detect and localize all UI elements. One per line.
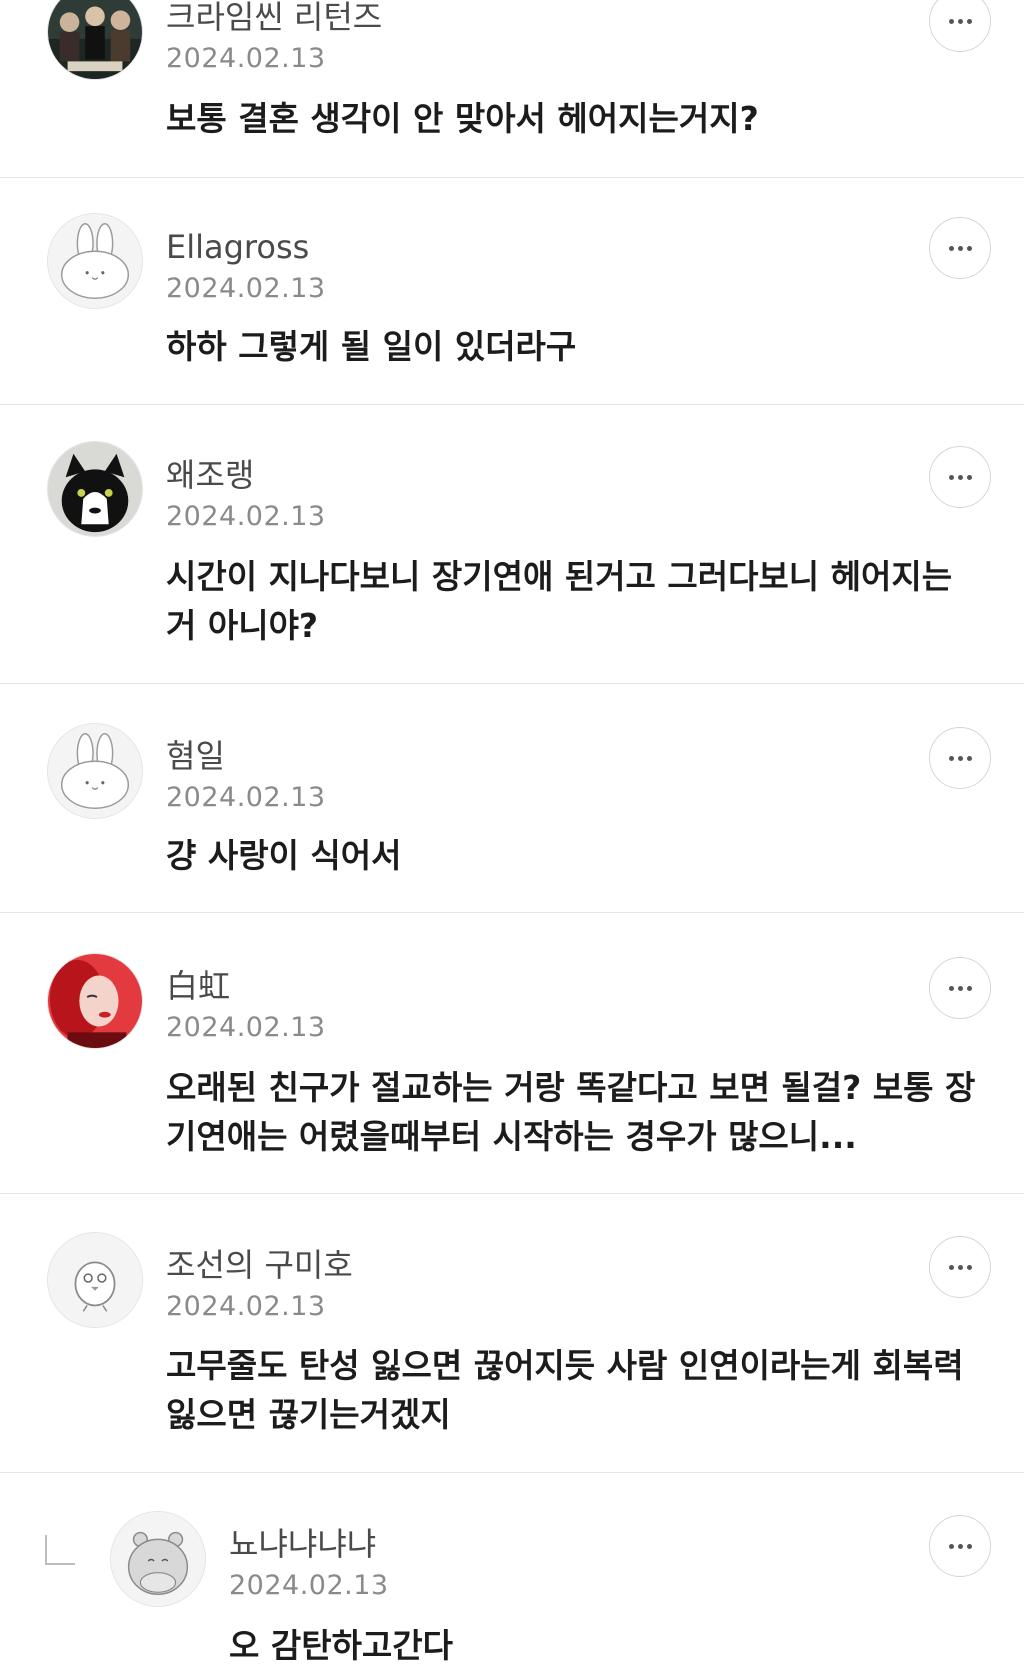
more-options-button[interactable] bbox=[929, 0, 991, 52]
avatar[interactable] bbox=[47, 723, 143, 819]
author-name[interactable]: 白虹 bbox=[166, 967, 326, 1005]
comment-date: 2024.02.13 bbox=[166, 1291, 326, 1322]
author-name[interactable]: 조선의 구미호 bbox=[166, 1246, 353, 1284]
reply-indicator-icon bbox=[45, 1535, 75, 1565]
more-options-button[interactable] bbox=[929, 1236, 991, 1298]
comment-text: 하하 그렇게 될 일이 있더라구 bbox=[166, 327, 577, 366]
comment-text: 오래된 친구가 절교하는 거랑 똑같다고 보면 될걸? 보통 장기연애는 어렸을… bbox=[166, 1068, 976, 1156]
more-options-button[interactable] bbox=[929, 446, 991, 508]
cat-photo-avatar bbox=[48, 442, 142, 536]
ellipsis-icon bbox=[948, 755, 972, 761]
crimescene-poster-avatar bbox=[48, 0, 142, 79]
more-options-button[interactable] bbox=[929, 217, 991, 279]
comment-text: 고무줄도 탄성 잃으면 끊어지듯 사람 인연이라는게 회복력 잃으면 끊기는거겠… bbox=[166, 1346, 964, 1434]
comment-date: 2024.02.13 bbox=[166, 1012, 326, 1043]
comment-meta: 뇨냐냐냐냐 2024.02.13 bbox=[229, 1525, 389, 1603]
rabbit-avatar bbox=[48, 214, 142, 308]
divider bbox=[0, 1472, 1024, 1473]
divider bbox=[0, 912, 1024, 913]
avatar[interactable] bbox=[47, 213, 143, 309]
avatar[interactable] bbox=[47, 953, 143, 1049]
comment-date: 2024.02.13 bbox=[166, 43, 326, 74]
comment-meta: 조선의 구미호 2024.02.13 bbox=[166, 1246, 353, 1324]
divider bbox=[0, 1193, 1024, 1194]
avatar[interactable] bbox=[47, 441, 143, 537]
divider bbox=[0, 177, 1024, 178]
author-name[interactable]: 크라임씬 리턴즈 bbox=[166, 0, 382, 36]
ellipsis-icon bbox=[948, 1543, 972, 1549]
comment-meta: 왜조랭 2024.02.13 bbox=[166, 456, 326, 534]
more-options-button[interactable] bbox=[929, 727, 991, 789]
rabbit-avatar bbox=[48, 724, 142, 818]
comment-date: 2024.02.13 bbox=[166, 782, 326, 813]
comment-date: 2024.02.13 bbox=[166, 501, 326, 532]
chick-avatar bbox=[48, 1233, 142, 1327]
hippo-avatar bbox=[111, 1512, 205, 1606]
red-hair-photo-avatar bbox=[48, 954, 142, 1048]
ellipsis-icon bbox=[948, 245, 972, 251]
more-options-button[interactable] bbox=[929, 957, 991, 1019]
more-options-button[interactable] bbox=[929, 1515, 991, 1577]
divider bbox=[0, 683, 1024, 684]
divider bbox=[0, 404, 1024, 405]
ellipsis-icon bbox=[948, 474, 972, 480]
comment-meta: 혐일 2024.02.13 bbox=[166, 737, 326, 815]
comment-meta: Ellagross 2024.02.13 bbox=[166, 228, 326, 306]
author-name[interactable]: 뇨냐냐냐냐 bbox=[229, 1525, 389, 1563]
comment-text: 시간이 지나다보니 장기연애 된거고 그러다보니 헤어지는 거 아니야? bbox=[166, 557, 953, 645]
comment-date: 2024.02.13 bbox=[166, 273, 326, 304]
ellipsis-icon bbox=[948, 1264, 972, 1270]
author-name[interactable]: Ellagross bbox=[166, 228, 326, 266]
ellipsis-icon bbox=[948, 985, 972, 991]
comment-meta: 白虹 2024.02.13 bbox=[166, 967, 326, 1045]
author-name[interactable]: 왜조랭 bbox=[166, 456, 326, 494]
comment-text: 걍 사랑이 식어서 bbox=[166, 836, 402, 875]
avatar[interactable] bbox=[110, 1511, 206, 1607]
comment-text: 보통 결혼 생각이 안 맞아서 헤어지는거지? bbox=[166, 99, 759, 138]
comment-text: 오 감탄하고간다 bbox=[229, 1626, 454, 1665]
comment-date: 2024.02.13 bbox=[229, 1570, 389, 1601]
comment-meta: 크라임씬 리턴즈 2024.02.13 bbox=[166, 0, 382, 76]
ellipsis-icon bbox=[948, 18, 972, 24]
avatar[interactable] bbox=[47, 1232, 143, 1328]
author-name[interactable]: 혐일 bbox=[166, 737, 326, 775]
avatar[interactable] bbox=[47, 0, 143, 80]
